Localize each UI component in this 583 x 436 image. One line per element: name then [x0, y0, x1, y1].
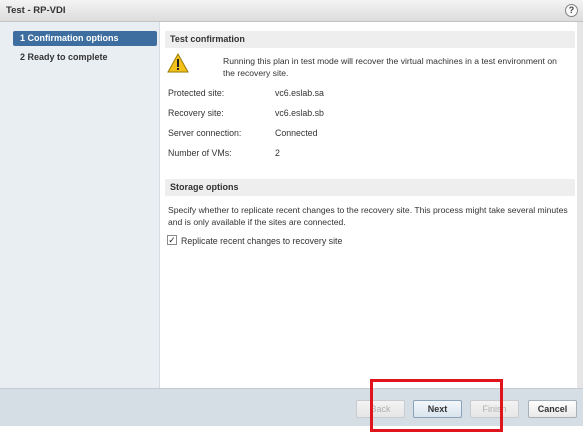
- step-confirmation-options[interactable]: 1 Confirmation options: [13, 31, 157, 46]
- wizard-content: Test confirmation Running this plan in t…: [161, 22, 577, 388]
- protected-site-label: Protected site:: [168, 88, 225, 98]
- storage-options-header: Storage options: [165, 179, 575, 196]
- recovery-site-value: vc6.eslab.sb: [275, 108, 324, 118]
- number-of-vms-label: Number of VMs:: [168, 148, 232, 158]
- replicate-changes-checkbox[interactable]: ✓: [167, 235, 177, 245]
- dialog-titlebar: Test - RP-VDI ?: [0, 0, 583, 22]
- replicate-changes-label[interactable]: Replicate recent changes to recovery sit…: [181, 236, 342, 246]
- test-confirmation-header: Test confirmation: [165, 31, 575, 48]
- content-scrollbar[interactable]: [577, 22, 583, 388]
- number-of-vms-value: 2: [275, 148, 280, 158]
- storage-options-description: Specify whether to replicate recent chan…: [168, 205, 568, 227]
- server-connection-label: Server connection:: [168, 128, 242, 138]
- wizard-steps-sidebar: 1 Confirmation options 2 Ready to comple…: [0, 22, 160, 388]
- step-ready-to-complete[interactable]: 2 Ready to complete: [13, 50, 157, 65]
- help-icon[interactable]: ?: [565, 4, 578, 17]
- warning-message: Running this plan in test mode will reco…: [223, 56, 557, 78]
- recovery-site-label: Recovery site:: [168, 108, 224, 118]
- dialog-title: Test - RP-VDI: [6, 5, 66, 16]
- protected-site-value: vc6.eslab.sa: [275, 88, 324, 98]
- cancel-button[interactable]: Cancel: [528, 400, 577, 418]
- next-button-highlight-box: [370, 379, 503, 432]
- server-connection-value: Connected: [275, 128, 318, 138]
- test-dialog: Test - RP-VDI ? 1 Confirmation options 2…: [0, 0, 583, 436]
- warning-icon: [167, 53, 189, 73]
